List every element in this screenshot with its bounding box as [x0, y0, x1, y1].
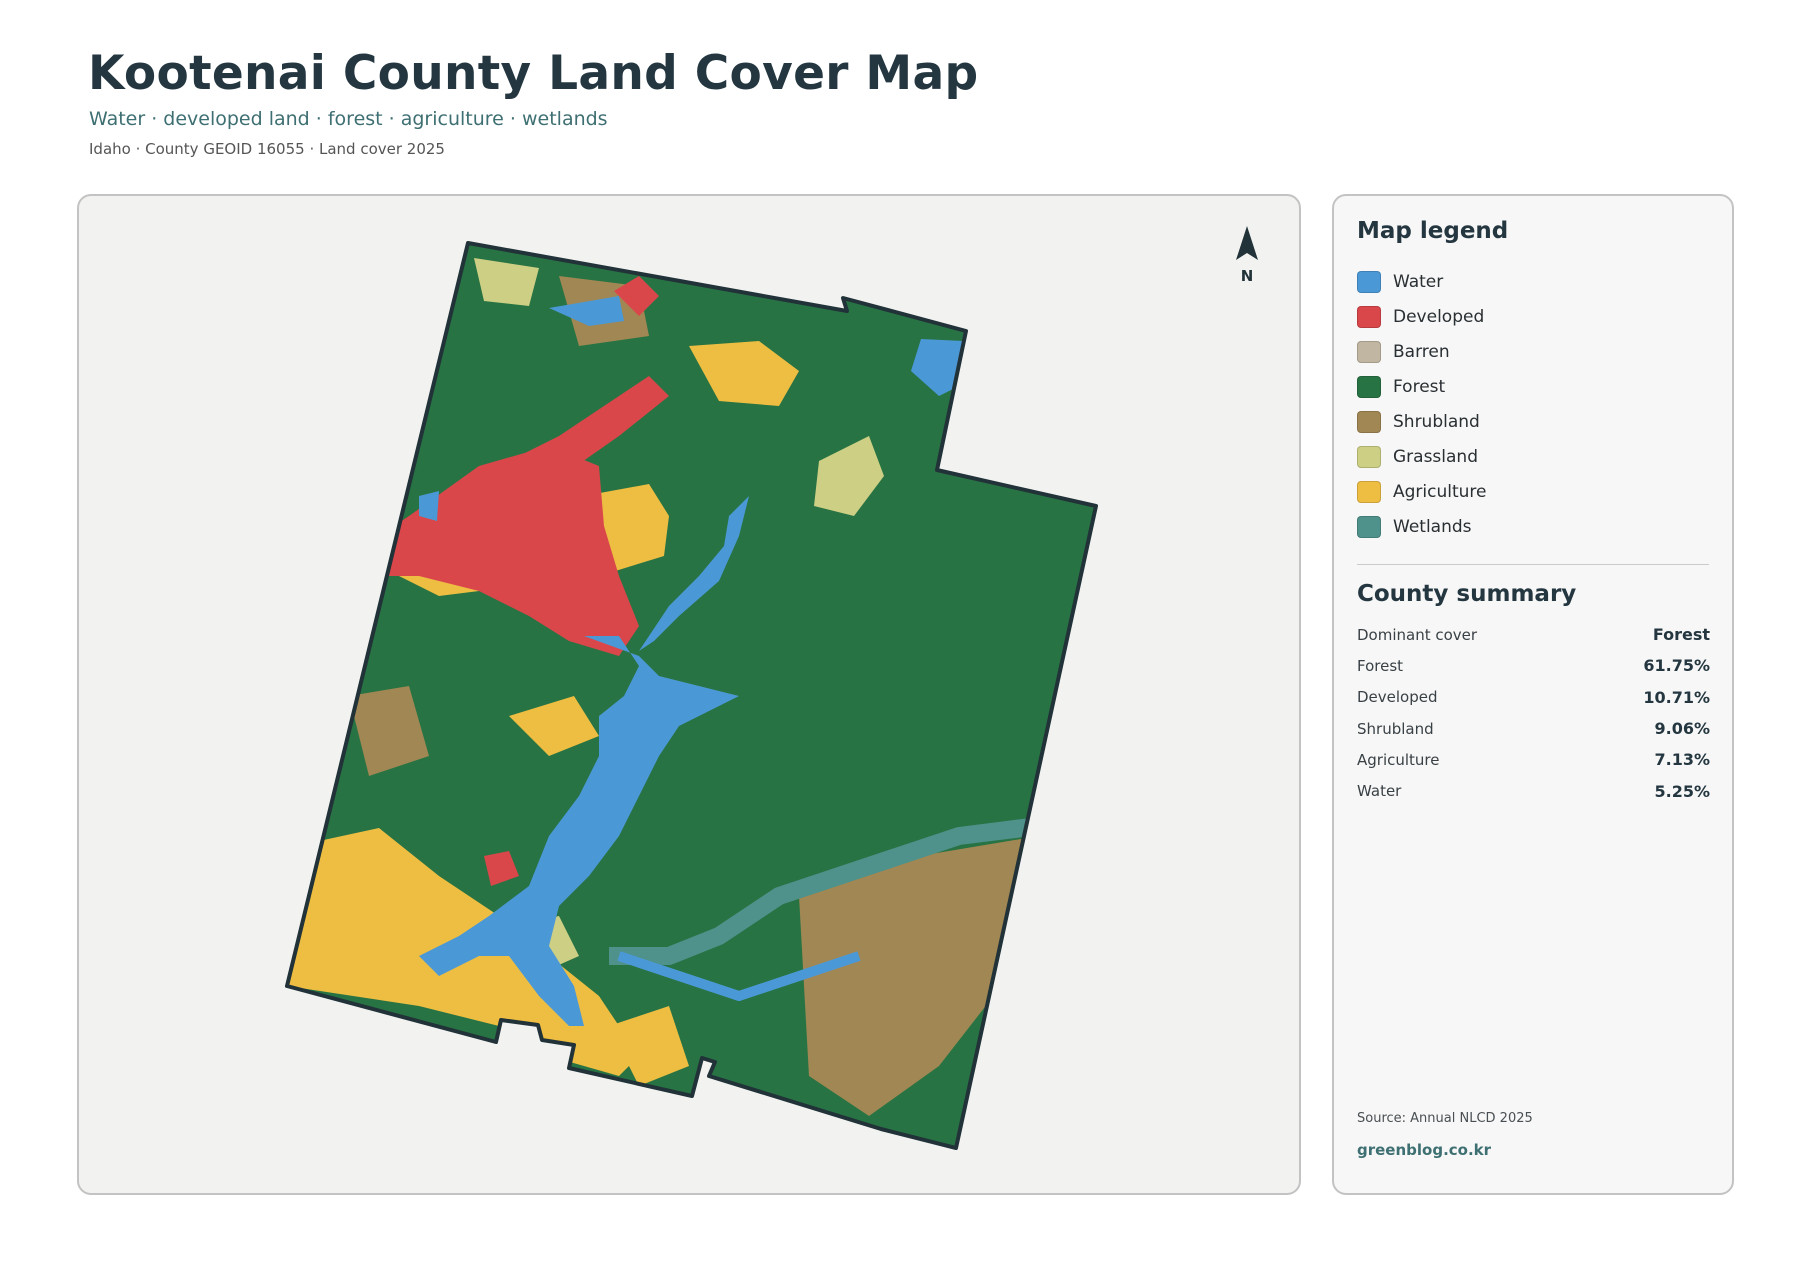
summary-label: Water	[1357, 782, 1402, 801]
legend-list: Water Developed Barren Forest Shrubland Grass…	[1357, 264, 1717, 544]
lake-west-small	[419, 491, 439, 521]
summary-value: 7.13%	[1654, 750, 1710, 770]
legend-swatch	[1357, 375, 1381, 398]
land-cover-map[interactable]: N	[79, 196, 1301, 1195]
summary-value: 61.75%	[1643, 656, 1710, 676]
divider	[1357, 564, 1709, 565]
legend-item-agriculture: Agriculture	[1357, 474, 1717, 509]
legend-swatch	[1357, 340, 1381, 363]
legend-item-water: Water	[1357, 264, 1717, 299]
legend-item-grassland: Grassland	[1357, 439, 1717, 474]
summary-value: Forest	[1652, 625, 1710, 645]
summary-label: Forest	[1357, 656, 1404, 675]
summary-label: Shrubland	[1357, 719, 1434, 738]
legend-label: Water	[1393, 271, 1444, 292]
page-meta: Idaho · County GEOID 16055 · Land cover …	[89, 140, 445, 158]
north-arrow-icon	[1236, 226, 1258, 260]
legend-label: Shrubland	[1393, 411, 1480, 432]
legend-item-shrubland: Shrubland	[1357, 404, 1717, 439]
legend-item-developed: Developed	[1357, 299, 1717, 334]
legend-label: Developed	[1393, 306, 1485, 327]
summary-row: Forest 61.75%	[1357, 650, 1710, 681]
summary-label: Dominant cover	[1357, 625, 1478, 644]
north-arrow: N	[1236, 226, 1258, 285]
legend-title: Map legend	[1357, 218, 1509, 244]
summary-row: Agriculture 7.13%	[1357, 744, 1710, 775]
summary-row: Shrubland 9.06%	[1357, 713, 1710, 744]
north-label: N	[1241, 267, 1254, 285]
legend-swatch	[1357, 410, 1381, 433]
summary-row: Dominant cover Forest	[1357, 619, 1710, 650]
page-title: Kootenai County Land Cover Map	[88, 46, 979, 101]
page-subtitle: Water · developed land · forest · agricu…	[89, 108, 608, 130]
legend-label: Grassland	[1393, 446, 1478, 467]
summary-row: Developed 10.71%	[1357, 682, 1710, 713]
site-link[interactable]: greenblog.co.kr	[1357, 1141, 1491, 1159]
summary-list: Dominant cover Forest Forest 61.75% Develope…	[1357, 619, 1710, 807]
summary-label: Agriculture	[1357, 750, 1440, 769]
legend-swatch	[1357, 480, 1381, 503]
legend-item-wetlands: Wetlands	[1357, 509, 1717, 544]
legend-swatch	[1357, 445, 1381, 468]
map-panel[interactable]: N	[77, 194, 1301, 1195]
legend-item-forest: Forest	[1357, 369, 1717, 404]
summary-value: 9.06%	[1654, 719, 1710, 739]
legend-swatch	[1357, 515, 1381, 538]
summary-title: County summary	[1357, 581, 1577, 607]
legend-label: Wetlands	[1393, 516, 1472, 537]
legend-item-barren: Barren	[1357, 334, 1717, 369]
summary-value: 5.25%	[1654, 781, 1710, 801]
legend-label: Barren	[1393, 341, 1450, 362]
legend-label: Agriculture	[1393, 481, 1487, 502]
side-panel: Map legend Water Developed Barren Forest Shr…	[1332, 194, 1734, 1195]
summary-row: Water 5.25%	[1357, 775, 1710, 806]
legend-label: Forest	[1393, 376, 1446, 397]
source-note: Source: Annual NLCD 2025	[1357, 1111, 1533, 1126]
legend-swatch	[1357, 305, 1381, 328]
summary-value: 10.71%	[1643, 687, 1710, 707]
legend-swatch	[1357, 270, 1381, 293]
summary-label: Developed	[1357, 688, 1438, 707]
